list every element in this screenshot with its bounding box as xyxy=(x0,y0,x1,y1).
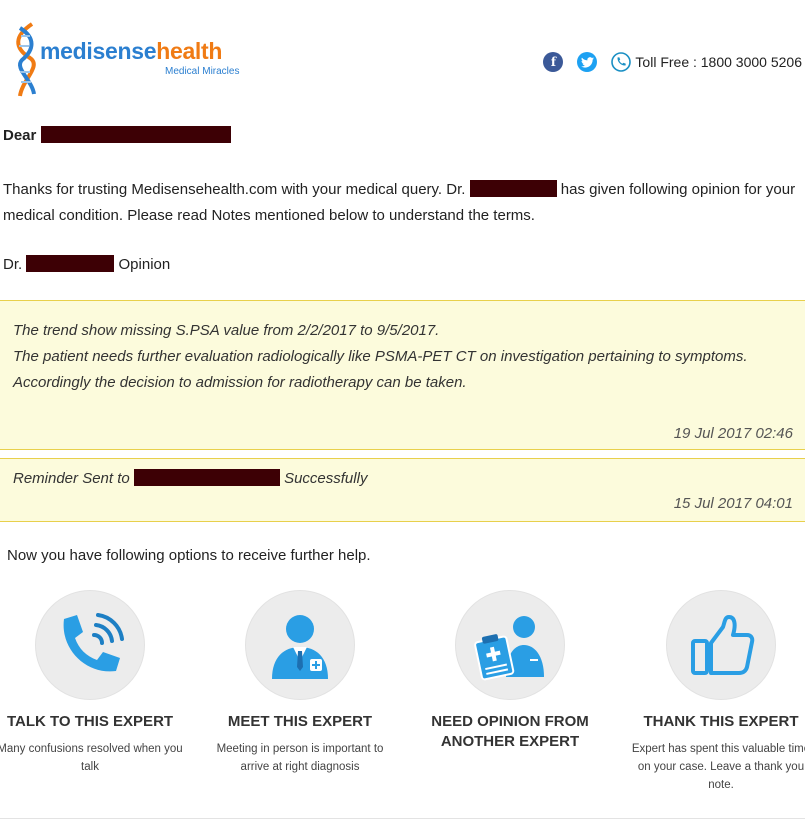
dna-helix-icon xyxy=(16,22,36,97)
reminder-text: Reminder Sent to Successfully xyxy=(13,469,367,487)
opinion-heading-prefix: Dr. xyxy=(3,256,23,273)
brand-logo[interactable]: medisensehealth Medical Miracles xyxy=(12,22,252,98)
option-title[interactable]: NEED OPINION FROM ANOTHER EXPERT xyxy=(415,712,605,752)
reminder-timestamp: 15 Jul 2017 04:01 xyxy=(673,495,793,512)
brand-name: medisensehealth xyxy=(40,38,222,65)
twitter-icon[interactable] xyxy=(577,52,598,72)
option-icon-circle[interactable] xyxy=(35,590,145,700)
option-talk-to-expert[interactable]: TALK TO THIS EXPERT Many confusions reso… xyxy=(0,590,185,776)
opinion-note-line: The trend show missing S.PSA value from … xyxy=(13,322,440,339)
intro-paragraph: Thanks for trusting Medisensehealth.com … xyxy=(3,177,803,229)
phone-call-icon xyxy=(63,613,124,672)
opinion-heading-suffix: Opinion xyxy=(118,256,171,273)
footer-divider xyxy=(0,818,805,819)
option-desc: Expert has spent this valuable time on y… xyxy=(631,743,805,791)
header-contact: f Toll Free : 1800 3000 5206 xyxy=(543,50,805,74)
thumbs-up-icon xyxy=(691,615,755,675)
reminder-prefix: Reminder Sent to xyxy=(13,470,130,487)
option-icon-circle[interactable] xyxy=(666,590,776,700)
option-title[interactable]: TALK TO THIS EXPERT xyxy=(0,712,185,732)
option-another-opinion[interactable]: NEED OPINION FROM ANOTHER EXPERT xyxy=(415,590,605,760)
reminder-note: Reminder Sent to Successfully 15 Jul 201… xyxy=(0,458,805,522)
intro-part1: Thanks for trusting Medisensehealth.com … xyxy=(3,181,466,198)
options-intro: Now you have following options to receiv… xyxy=(7,547,371,564)
option-desc: Many confusions resolved when you talk xyxy=(0,743,183,773)
greeting-label: Dear xyxy=(3,127,37,144)
opinion-note: The trend show missing S.PSA value from … xyxy=(0,300,805,450)
opinion-heading: Dr. Opinion xyxy=(3,255,170,273)
redacted-recipient-name xyxy=(133,469,280,486)
option-title[interactable]: THANK THIS EXPERT xyxy=(626,712,805,732)
option-icon-circle[interactable] xyxy=(455,590,565,700)
opinion-note-line: The patient needs further evaluation rad… xyxy=(13,348,748,365)
clipboard-doctor-icon xyxy=(474,616,544,681)
brand-name-part1: medisense xyxy=(40,38,157,64)
toll-free-number[interactable]: Toll Free : 1800 3000 5206 xyxy=(635,54,805,70)
phone-icon[interactable] xyxy=(611,52,632,72)
opinion-note-text: The trend show missing S.PSA value from … xyxy=(13,318,773,396)
opinion-note-line: Accordingly the decision to admission fo… xyxy=(13,374,467,391)
option-thank-expert[interactable]: THANK THIS EXPERT Expert has spent this … xyxy=(626,590,805,794)
greeting: Dear xyxy=(3,126,231,144)
reminder-suffix: Successfully xyxy=(284,470,368,487)
email-header: medisensehealth Medical Miracles f Toll … xyxy=(0,0,805,110)
facebook-icon[interactable]: f xyxy=(543,52,564,72)
brand-tagline: Medical Miracles xyxy=(165,66,240,77)
brand-name-part2: health xyxy=(156,38,223,64)
doctor-icon xyxy=(272,615,328,679)
option-title[interactable]: MEET THIS EXPERT xyxy=(205,712,395,732)
opinion-note-timestamp: 19 Jul 2017 02:46 xyxy=(673,425,793,442)
redacted-doctor-name xyxy=(26,255,115,272)
option-meet-expert[interactable]: MEET THIS EXPERT Meeting in person is im… xyxy=(205,590,395,776)
option-icon-circle[interactable] xyxy=(245,590,355,700)
redacted-patient-name xyxy=(40,126,231,143)
option-desc: Meeting in person is important to arrive… xyxy=(216,743,384,773)
redacted-doctor-name xyxy=(469,180,557,197)
